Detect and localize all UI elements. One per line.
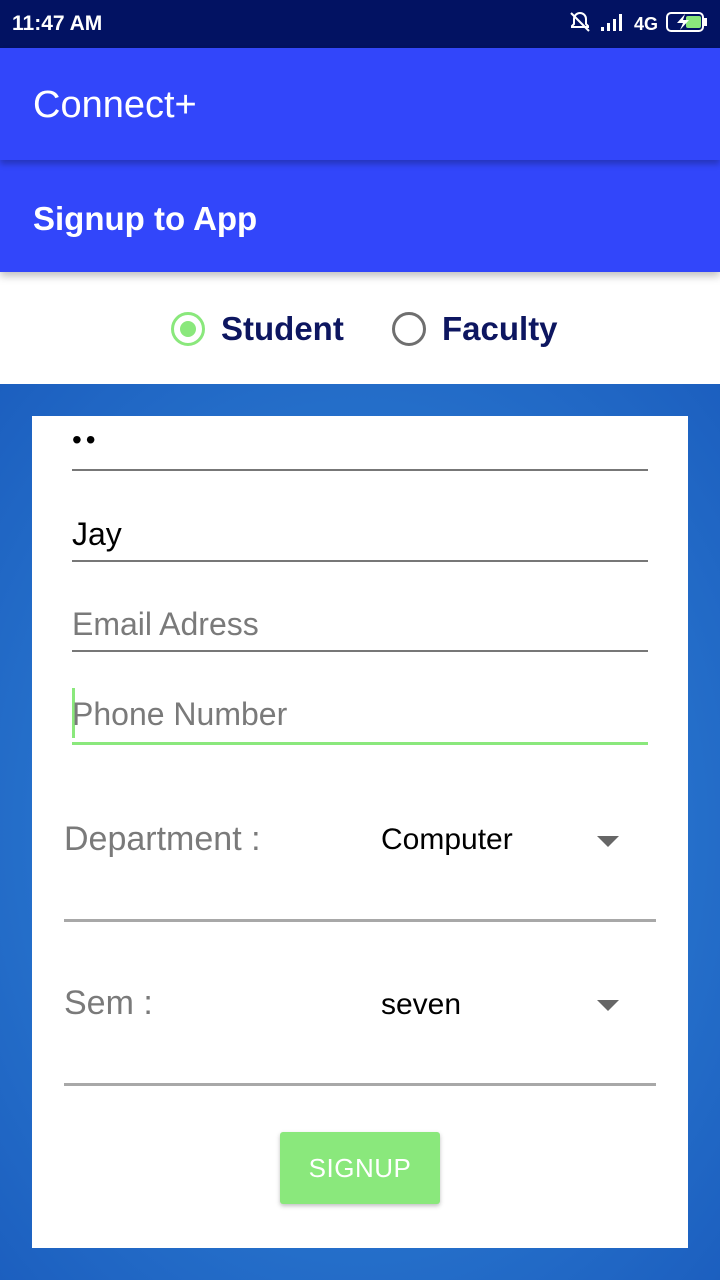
sem-value: seven <box>381 988 462 1021</box>
name-value: Jay <box>72 516 122 552</box>
status-icons: 4G <box>568 10 708 38</box>
signup-card: •• Jay Email Adress Phone Number Departm… <box>32 416 688 1248</box>
email-field[interactable]: Email Adress <box>72 602 648 654</box>
sem-label: Sem : <box>64 984 153 1022</box>
name-underline <box>72 560 648 562</box>
app-title: Connect+ <box>33 84 197 126</box>
signup-button[interactable]: SIGNUP <box>280 1132 440 1204</box>
role-selector: Student Faculty <box>0 272 720 384</box>
password-underline <box>72 469 648 471</box>
email-underline <box>72 650 648 652</box>
department-value: Computer <box>381 823 513 856</box>
phone-placeholder: Phone Number <box>72 696 288 732</box>
sem-dropdown-icon[interactable] <box>597 1000 619 1011</box>
name-field[interactable]: Jay <box>72 512 648 564</box>
mute-alarm-icon <box>568 10 592 39</box>
app-bar: Connect+ <box>0 48 720 160</box>
network-type: 4G <box>633 13 658 34</box>
phone-field[interactable]: Phone Number <box>72 688 648 748</box>
battery-charging-icon <box>666 11 708 38</box>
status-bar: 11:47 AM 4G <box>0 0 720 48</box>
signal-icon <box>600 12 626 37</box>
phone-underline <box>72 742 648 745</box>
email-placeholder: Email Adress <box>72 606 259 642</box>
signup-title: Signup to App <box>33 200 258 237</box>
radio-student-label: Student <box>221 310 344 347</box>
department-dropdown-icon[interactable] <box>597 836 619 847</box>
password-field[interactable]: •• <box>72 416 648 472</box>
radio-unchecked-icon <box>392 312 426 346</box>
radio-faculty-label: Faculty <box>442 310 558 347</box>
radio-student[interactable]: Student <box>171 310 344 348</box>
sem-underline <box>64 1083 656 1086</box>
department-underline <box>64 919 656 922</box>
radio-faculty[interactable]: Faculty <box>392 310 558 348</box>
status-time: 11:47 AM <box>12 12 103 35</box>
radio-checked-icon <box>171 312 205 346</box>
department-label: Department : <box>64 820 261 858</box>
signup-header: Signup to App <box>0 160 720 272</box>
password-value: •• <box>72 424 100 455</box>
